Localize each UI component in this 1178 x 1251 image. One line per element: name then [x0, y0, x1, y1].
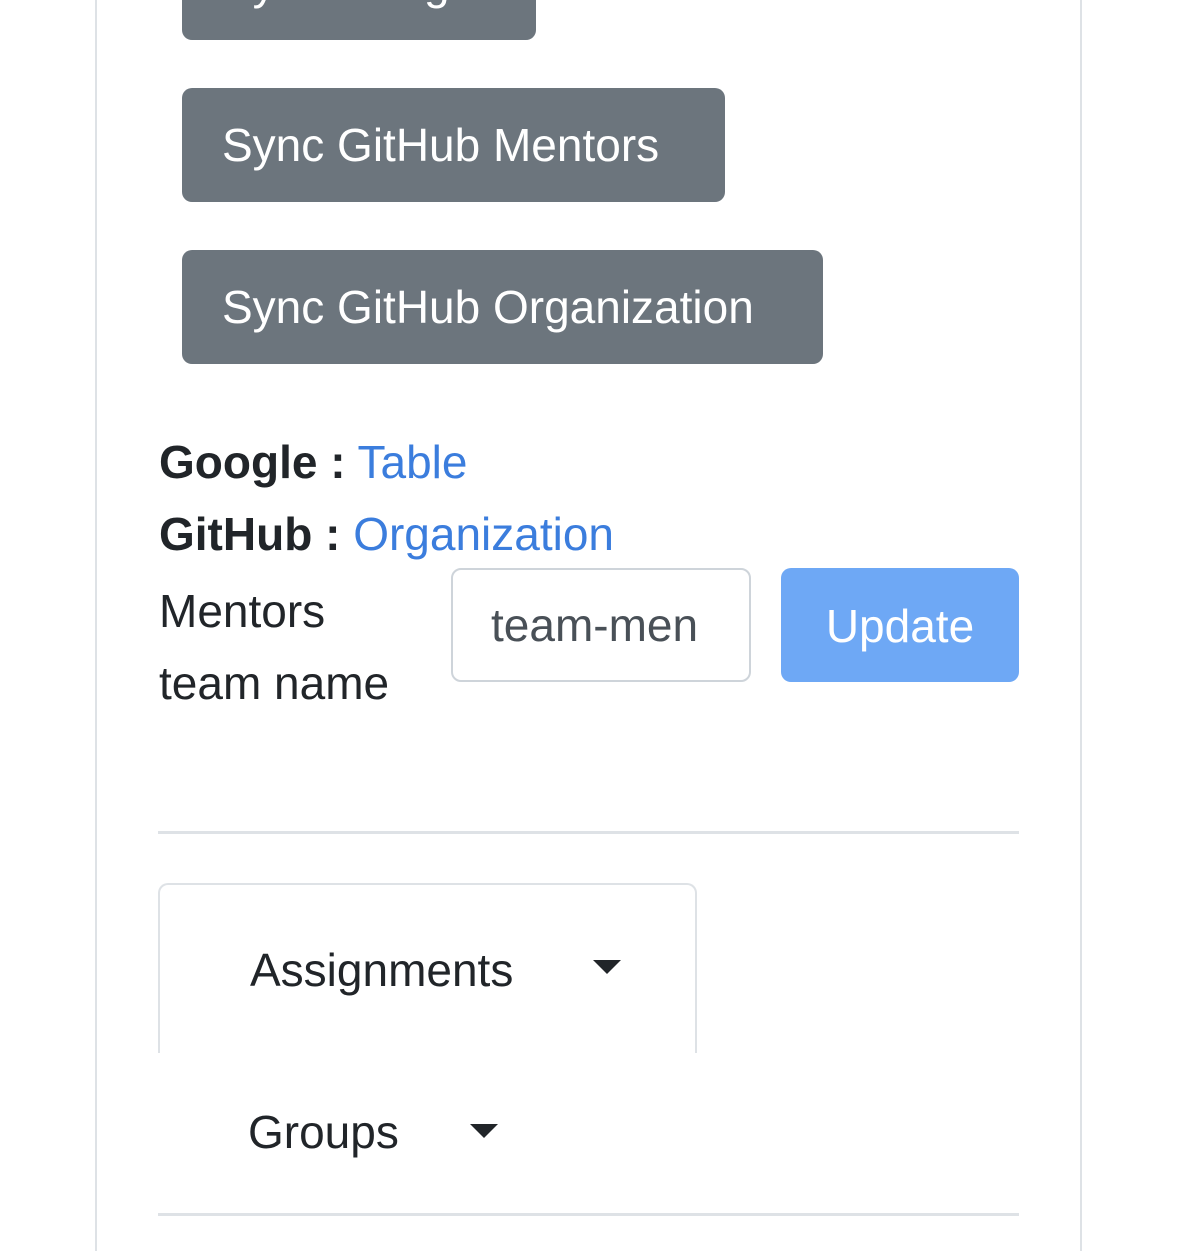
google-link-row: Google : Table — [159, 432, 467, 492]
divider — [158, 831, 1019, 834]
sync-github-organization-button[interactable]: Sync GitHub Organization — [182, 250, 823, 364]
github-organization-link[interactable]: Organization — [353, 508, 614, 560]
mentors-team-name-label: Mentors team name — [159, 585, 390, 709]
tab-assignments[interactable]: Assignments — [158, 883, 697, 1053]
tab-groups[interactable]: Groups — [158, 1050, 697, 1210]
page: Sync Google Sync GitHub Mentors Sync Git… — [0, 0, 1178, 1251]
chevron-down-icon — [470, 1124, 498, 1138]
github-link-row: GitHub : Organization — [159, 504, 614, 564]
tab-groups-label: Groups — [248, 1106, 399, 1158]
google-table-link[interactable]: Table — [358, 436, 468, 488]
google-label: Google — [159, 436, 318, 488]
chevron-down-icon — [593, 960, 621, 974]
github-label: GitHub — [159, 508, 313, 560]
divider — [158, 1213, 1019, 1216]
mentors-team-name-input[interactable] — [451, 568, 751, 682]
update-button[interactable]: Update — [781, 568, 1019, 682]
sync-github-mentors-button[interactable]: Sync GitHub Mentors — [182, 88, 725, 202]
google-separator: : — [330, 436, 346, 488]
sync-google-button[interactable]: Sync Google — [182, 0, 536, 40]
tab-assignments-label: Assignments — [250, 944, 514, 996]
github-separator: : — [325, 508, 341, 560]
